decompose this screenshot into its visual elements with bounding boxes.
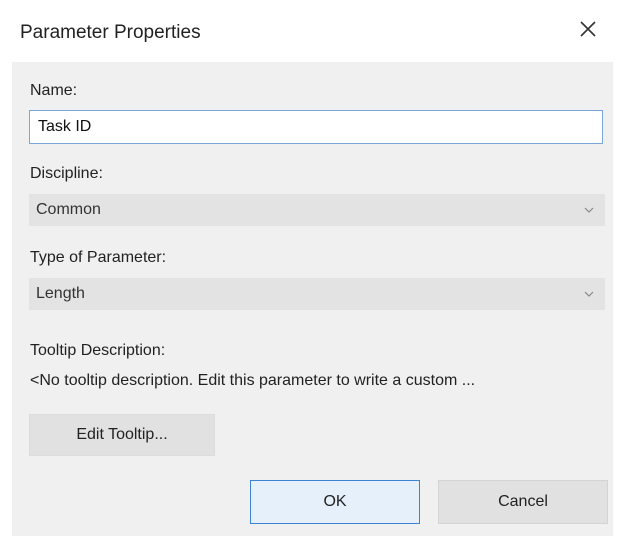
type-of-parameter-selected-value: Length xyxy=(36,285,85,302)
type-of-parameter-select[interactable]: Length xyxy=(29,278,605,310)
discipline-label: Discipline: xyxy=(30,165,103,182)
parameter-properties-dialog: Parameter Properties Name: Discipline: C… xyxy=(0,0,619,544)
type-of-parameter-label: Type of Parameter: xyxy=(30,249,167,266)
edit-tooltip-button[interactable]: Edit Tooltip... xyxy=(29,414,215,456)
cancel-button[interactable]: Cancel xyxy=(438,480,608,524)
title-bar: Parameter Properties xyxy=(0,0,619,62)
discipline-select[interactable]: Common xyxy=(29,194,605,226)
dialog-body: Name: Discipline: Common Type of Paramet… xyxy=(12,62,613,536)
name-field[interactable] xyxy=(29,110,603,144)
tooltip-description-text: <No tooltip description. Edit this param… xyxy=(30,372,476,389)
close-icon xyxy=(579,20,597,43)
dialog-title: Parameter Properties xyxy=(20,22,201,43)
ok-button[interactable]: OK xyxy=(250,480,420,524)
chevron-down-icon xyxy=(582,203,596,217)
tooltip-description-label: Tooltip Description: xyxy=(30,342,166,359)
name-label: Name: xyxy=(30,82,78,99)
chevron-down-icon xyxy=(582,287,596,301)
discipline-selected-value: Common xyxy=(36,201,101,218)
close-button[interactable] xyxy=(571,14,605,48)
